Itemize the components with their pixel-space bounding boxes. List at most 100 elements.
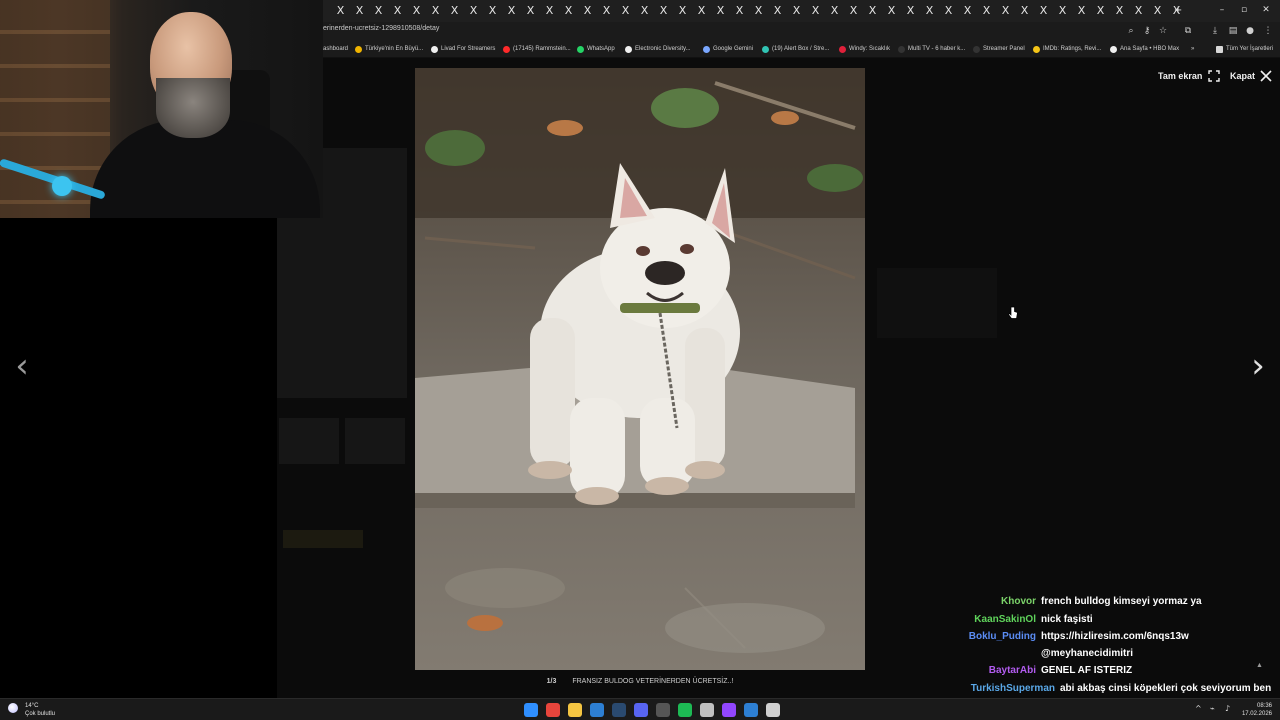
app-icon-5[interactable] [766, 703, 780, 717]
bookmark-item[interactable]: Livad For Streamers [431, 44, 495, 55]
tab-close-icon[interactable]: X [692, 4, 711, 18]
bookmark-item[interactable]: Türkiye'nin En Büyü... [355, 44, 423, 55]
tab-close-icon[interactable]: X [939, 4, 958, 18]
tab-close-icon[interactable]: X [559, 4, 578, 18]
discord-icon[interactable] [634, 703, 648, 717]
profile-icon[interactable]: ● [1244, 25, 1256, 37]
tab-close-icon[interactable]: X [768, 4, 787, 18]
chat-message: BaytarAbi GENEL AF ISTERIZ [940, 665, 1132, 676]
tab-close-icon[interactable]: X [1034, 4, 1053, 18]
extensions-icon[interactable]: ⧉ [1182, 25, 1194, 37]
tray-chevron-icon[interactable]: ^ [1195, 704, 1202, 713]
chat-username[interactable]: KaanSakinOl [940, 614, 1036, 625]
tab-close-icon[interactable]: X [369, 4, 388, 18]
tab-close-icon[interactable]: X [1053, 4, 1072, 18]
previous-photo-arrow[interactable]: ‹ [10, 348, 34, 384]
bookmark-item[interactable]: Google Gemini [703, 44, 753, 55]
tab-close-icon[interactable]: X [863, 4, 882, 18]
steam-icon[interactable] [612, 703, 626, 717]
tab-close-icon[interactable]: X [388, 4, 407, 18]
chat-username[interactable]: TurkishSuperman [940, 683, 1055, 694]
bookmark-item[interactable]: Multi TV - 6 haber k... [898, 44, 965, 55]
chat-username[interactable]: Khovor [940, 596, 1036, 607]
app-icon-1[interactable] [590, 703, 604, 717]
app-icon-3[interactable] [700, 703, 714, 717]
bookmark-item[interactable]: Ana Sayfa • HBO Max [1110, 44, 1179, 55]
tab-close-icon[interactable]: X [350, 4, 369, 18]
clock[interactable]: 08:36 17.02.2026 [1242, 702, 1272, 718]
bookmark-item[interactable]: WhatsApp [577, 44, 615, 55]
tab-close-icon[interactable]: X [825, 4, 844, 18]
tab-close-icon[interactable]: X [521, 4, 540, 18]
tab-close-icon[interactable]: X [464, 4, 483, 18]
tab-close-icon[interactable]: X [1110, 4, 1129, 18]
twitch-icon[interactable] [722, 703, 736, 717]
bookmark-item[interactable]: Electronic Diversity... [625, 44, 691, 55]
tab-close-icon[interactable]: X [1091, 4, 1110, 18]
tab-close-icon[interactable]: X [616, 4, 635, 18]
tab-close-icon[interactable]: X [578, 4, 597, 18]
tab-close-icon[interactable]: X [331, 4, 350, 18]
tab-close-icon[interactable]: X [730, 4, 749, 18]
tab-close-icon[interactable]: X [749, 4, 768, 18]
star-icon[interactable]: ☆ [1157, 25, 1169, 37]
chat-username[interactable]: Boklu_Puding [940, 631, 1036, 642]
tab-close-icon[interactable]: X [445, 4, 464, 18]
window-close-button[interactable]: ✕ [1257, 3, 1275, 17]
bookmark-item[interactable]: (19) Alert Box / Stre... [762, 44, 829, 55]
bookmark-item[interactable]: Streamer Panel [973, 44, 1025, 55]
tray-volume-icon[interactable]: ♪ [1225, 704, 1230, 713]
tab-close-icon[interactable]: X [806, 4, 825, 18]
maximize-button[interactable]: ▫ [1235, 3, 1253, 17]
tab-close-icon[interactable]: X [901, 4, 920, 18]
next-photo-arrow[interactable]: › [1246, 348, 1270, 384]
tab-close-icon[interactable]: X [540, 4, 559, 18]
tab-close-icon[interactable]: X [426, 4, 445, 18]
tab-close-icon[interactable]: X [635, 4, 654, 18]
start-icon[interactable] [524, 703, 538, 717]
download-icon[interactable]: ⤓ [1209, 25, 1221, 37]
tab-close-icon[interactable]: X [920, 4, 939, 18]
menu-icon[interactable]: ⋮ [1262, 25, 1274, 37]
tab-close-icon[interactable]: X [711, 4, 730, 18]
sidebar-icon[interactable]: ▤ [1227, 25, 1239, 37]
chrome-icon[interactable] [546, 703, 560, 717]
tab-close-icon[interactable]: X [407, 4, 426, 18]
tab-close-icon[interactable]: X [882, 4, 901, 18]
tab-close-icon[interactable]: X [1129, 4, 1148, 18]
bookmark-item[interactable]: ashboard [323, 44, 348, 55]
tab-close-icon[interactable]: X [1072, 4, 1091, 18]
close-button[interactable]: Kapat [1230, 69, 1272, 83]
tab-close-icon[interactable]: X [996, 4, 1015, 18]
app-icon-2[interactable] [656, 703, 670, 717]
tab-close-icon[interactable]: X [844, 4, 863, 18]
tab-close-icon[interactable]: X [1148, 4, 1167, 18]
tab-close-icon[interactable]: X [958, 4, 977, 18]
tab-close-icon[interactable]: X [787, 4, 806, 18]
all-bookmarks-button[interactable]: Tüm Yer İşaretleri [1216, 44, 1273, 55]
zoom-icon[interactable]: ⌕ [1125, 25, 1137, 37]
tab-close-icon[interactable]: X [1015, 4, 1034, 18]
spotify-icon[interactable] [678, 703, 692, 717]
tab-close-icon[interactable]: X [597, 4, 616, 18]
chat-scroll-up-icon[interactable]: ▲ [1256, 662, 1263, 669]
tab-close-icon[interactable]: X [483, 4, 502, 18]
bookmark-item[interactable]: (17145) Rammstein... [503, 44, 571, 55]
url-field[interactable]: erinerden-ucretsiz-1298910508/detay [323, 25, 439, 32]
bookmark-item[interactable]: IMDb: Ratings, Revi... [1033, 44, 1101, 55]
tab-close-icon[interactable]: X [502, 4, 521, 18]
tray-network-icon[interactable]: ⌁ [1210, 704, 1215, 713]
weather-widget[interactable]: 14°C Çok bulutlu [8, 702, 55, 718]
minimize-button[interactable]: – [1213, 3, 1231, 17]
new-tab-button[interactable]: + [1171, 3, 1185, 17]
tab-close-icon[interactable]: X [654, 4, 673, 18]
explorer-icon[interactable] [568, 703, 582, 717]
fullscreen-button[interactable]: Tam ekran [1158, 69, 1221, 83]
bookmarks-overflow-button[interactable]: » [1191, 44, 1194, 55]
key-icon[interactable]: ⚷ [1141, 25, 1153, 37]
chat-username[interactable]: BaytarAbi [940, 665, 1036, 676]
tab-close-icon[interactable]: X [977, 4, 996, 18]
app-icon-4[interactable] [744, 703, 758, 717]
tab-close-icon[interactable]: X [673, 4, 692, 18]
bookmark-item[interactable]: Windy: Sıcaklık [839, 44, 890, 55]
